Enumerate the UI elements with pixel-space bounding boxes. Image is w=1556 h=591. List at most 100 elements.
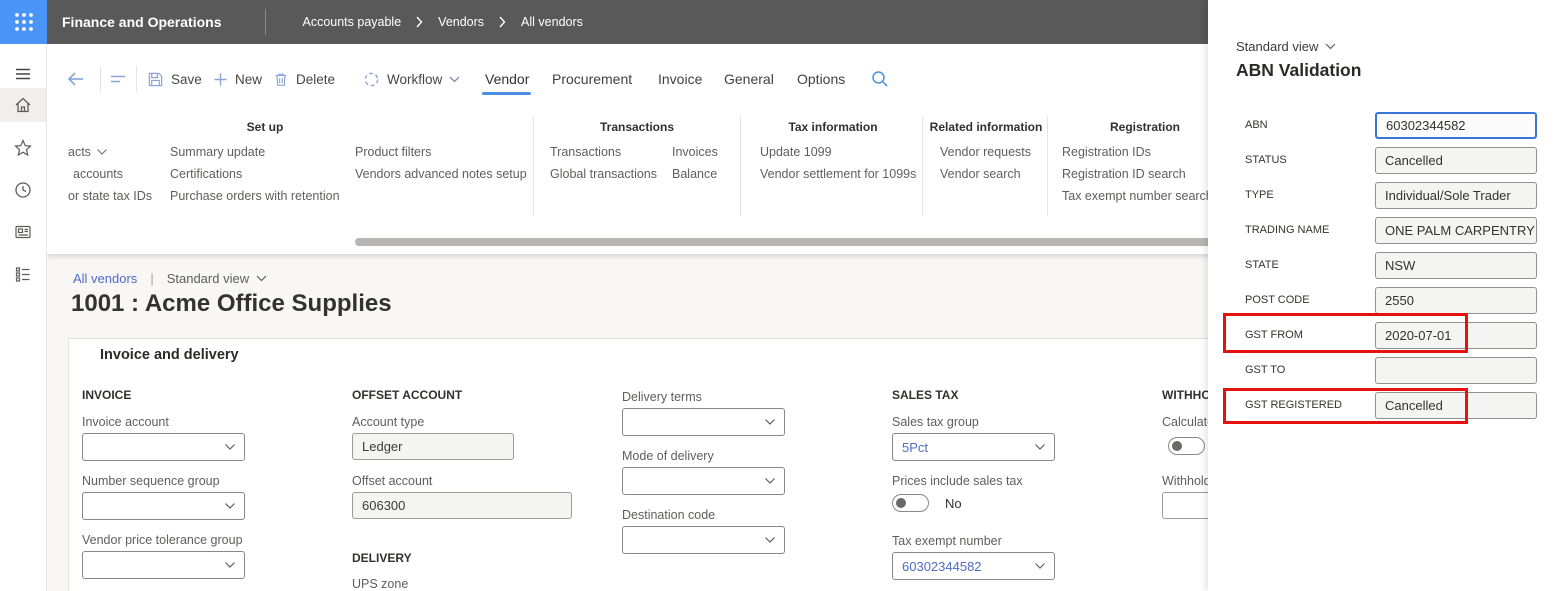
breadcrumb-accounts-payable[interactable]: Accounts payable <box>302 15 401 29</box>
chevron-down-icon <box>97 149 107 155</box>
toggle-knob <box>896 498 906 508</box>
breadcrumb-vendors[interactable]: Vendors <box>438 15 484 29</box>
chevron-right-icon <box>416 16 423 28</box>
tab-general[interactable]: General <box>724 68 774 90</box>
nav-sidebar <box>0 44 47 591</box>
invoice-account-combobox[interactable] <box>82 433 245 461</box>
breadcrumb-all-vendors[interactable]: All vendors <box>521 15 583 29</box>
chevron-down-icon <box>1035 444 1045 450</box>
delete-button[interactable]: Delete <box>273 68 335 90</box>
gst-from-label: GST FROM <box>1245 329 1303 341</box>
ribbon-item-transactions[interactable]: Transactions <box>550 145 621 159</box>
ribbon-item-registration-id-search[interactable]: Registration ID search <box>1062 167 1186 181</box>
tax-exempt-number-combobox[interactable]: 60302344582 <box>892 552 1055 580</box>
delivery-terms-combobox[interactable] <box>622 408 785 436</box>
chevron-down-icon <box>256 275 267 282</box>
ribbon-group-related-title: Related information <box>929 120 1043 134</box>
back-button[interactable] <box>66 68 85 90</box>
ribbon-item-invoices[interactable]: Invoices <box>672 145 718 159</box>
offset-account-input[interactable]: 606300 <box>352 492 572 519</box>
gst-to-input[interactable] <box>1375 357 1537 384</box>
prices-include-sales-tax-toggle[interactable] <box>892 494 929 512</box>
tab-options[interactable]: Options <box>797 68 845 90</box>
workflow-button[interactable]: Workflow <box>363 68 460 90</box>
chevron-down-icon <box>1035 563 1045 569</box>
ribbon-item-tax-exempt-number-search[interactable]: Tax exempt number search <box>1062 189 1213 203</box>
vendor-price-tolerance-group-combobox[interactable] <box>82 551 245 579</box>
panel-view-selector[interactable]: Standard view <box>1236 39 1336 54</box>
ribbon-item-contacts[interactable]: acts <box>68 145 107 159</box>
recent-clock-icon[interactable] <box>13 180 33 200</box>
ribbon-item-vendor-requests[interactable]: Vendor requests <box>940 145 1031 159</box>
ribbon-item-vendor-search[interactable]: Vendor search <box>940 167 1021 181</box>
menu-icon[interactable] <box>13 64 33 84</box>
ribbon-item-global-transactions[interactable]: Global transactions <box>550 167 657 181</box>
app-title[interactable]: Finance and Operations <box>62 14 221 30</box>
modules-list-icon[interactable] <box>13 264 33 284</box>
all-vendors-link[interactable]: All vendors <box>73 271 137 286</box>
delete-label: Delete <box>296 71 336 87</box>
mode-of-delivery-label: Mode of delivery <box>622 449 714 463</box>
new-button[interactable]: New <box>213 68 262 90</box>
favorites-star-icon[interactable] <box>13 138 33 158</box>
account-type-label: Account type <box>352 415 425 429</box>
post-code-label: POST CODE <box>1245 294 1310 306</box>
sales-tax-group-combobox[interactable]: 5Pct <box>892 433 1055 461</box>
action-divider <box>100 66 101 92</box>
save-label: Save <box>171 71 202 87</box>
save-button[interactable]: Save <box>147 68 202 90</box>
account-type-input[interactable]: Ledger <box>352 433 514 460</box>
panel-row-type: TYPE Individual/Sole Trader <box>1208 182 1556 209</box>
ribbon-item-registration-ids[interactable]: Registration IDs <box>1062 145 1151 159</box>
number-sequence-group-combobox[interactable] <box>82 492 245 520</box>
abn-input[interactable]: 60302344582 <box>1375 112 1537 139</box>
state-input[interactable]: NSW <box>1375 252 1537 279</box>
calculate-withholding-toggle[interactable] <box>1168 437 1205 455</box>
chevron-down-icon <box>1325 43 1336 50</box>
workflow-label: Workflow <box>387 71 443 87</box>
view-selector[interactable]: Standard view <box>167 271 267 286</box>
ribbon-group-transactions-title: Transactions <box>599 120 675 134</box>
destination-code-combobox[interactable] <box>622 526 785 554</box>
topbar-divider <box>265 9 267 35</box>
separator: | <box>150 271 154 286</box>
ribbon-item-update-1099[interactable]: Update 1099 <box>760 145 832 159</box>
panel-row-abn: ABN 60302344582 <box>1208 112 1556 139</box>
record-title: 1001 : Acme Office Supplies <box>71 290 392 317</box>
waffle-icon <box>14 13 33 31</box>
tab-invoice[interactable]: Invoice <box>658 68 702 90</box>
delivery-terms-label: Delivery terms <box>622 390 702 404</box>
gst-from-input[interactable]: 2020-07-01 <box>1375 322 1537 349</box>
tab-procurement[interactable]: Procurement <box>552 68 632 90</box>
gst-registered-input[interactable]: Cancelled <box>1375 392 1537 419</box>
ribbon-item-certifications[interactable]: Certifications <box>170 167 242 181</box>
view-selector-label: Standard view <box>166 271 250 286</box>
ribbon-item-vendors-advanced-notes[interactable]: Vendors advanced notes setup <box>355 167 527 181</box>
horizontal-scrollbar[interactable] <box>355 238 1215 246</box>
tab-vendor[interactable]: Vendor <box>485 68 529 90</box>
ribbon-group-divider <box>533 116 534 216</box>
section-header-invoice-and-delivery[interactable]: Invoice and delivery <box>100 347 239 363</box>
ribbon-item-product-filters[interactable]: Product filters <box>355 145 431 159</box>
type-input[interactable]: Individual/Sole Trader <box>1375 182 1537 209</box>
ribbon-item-bank-accounts[interactable]: accounts <box>73 167 123 181</box>
ribbon-item-balance[interactable]: Balance <box>672 167 717 181</box>
sales-tax-group-label: Sales tax group <box>892 415 979 429</box>
ups-zone-label: UPS zone <box>352 577 409 591</box>
workspaces-icon[interactable] <box>13 222 33 242</box>
ribbon-item-vendor-settlement-1099s[interactable]: Vendor settlement for 1099s <box>760 167 916 181</box>
post-code-input[interactable]: 2550 <box>1375 287 1537 314</box>
app-launcher-button[interactable] <box>0 0 47 44</box>
home-icon[interactable] <box>13 95 33 115</box>
status-input[interactable]: Cancelled <box>1375 147 1537 174</box>
ribbon-item-state-tax-ids[interactable]: or state tax IDs <box>68 189 152 203</box>
type-label: TYPE <box>1245 189 1274 201</box>
ribbon-item-purchase-orders-retention[interactable]: Purchase orders with retention <box>170 189 340 203</box>
trading-name-input[interactable]: ONE PALM CARPENTRY <box>1375 217 1537 244</box>
collapse-pane-button[interactable] <box>109 68 127 90</box>
mode-of-delivery-combobox[interactable] <box>622 467 785 495</box>
invoice-group-header: INVOICE <box>82 388 132 402</box>
panel-title: ABN Validation <box>1236 60 1362 80</box>
search-icon[interactable] <box>871 70 889 88</box>
ribbon-item-summary-update[interactable]: Summary update <box>170 145 265 159</box>
